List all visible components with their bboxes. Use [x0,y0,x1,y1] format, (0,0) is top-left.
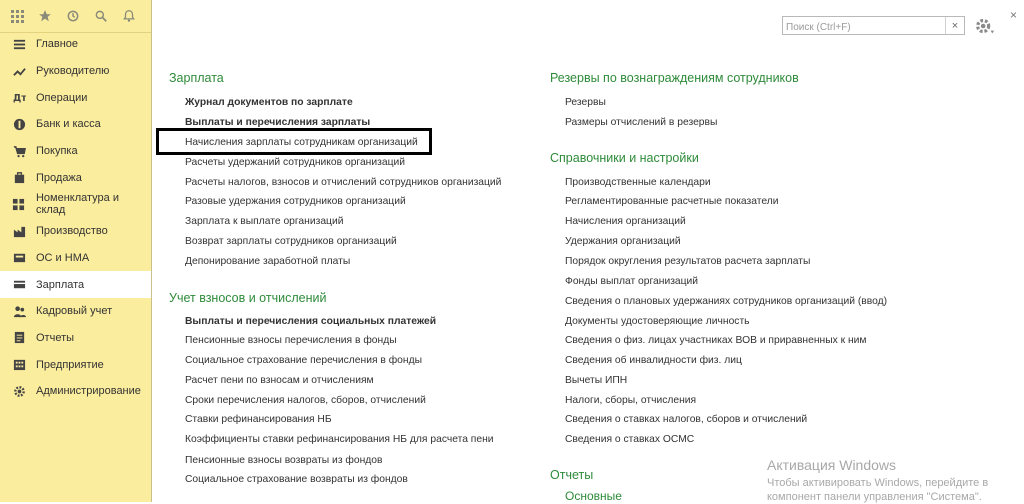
sections-panel: Главное Руководителю Дт Операции Банк и … [0,0,152,502]
grid-icon[interactable] [6,5,28,27]
link-tax-calc[interactable]: Расчеты налогов, взносов и отчислений со… [185,177,501,188]
link-salary-journal[interactable]: Журнал документов по зарплате [185,97,353,108]
section-hr[interactable]: Кадровый учет [0,298,151,325]
trend-icon [12,64,26,78]
link-id-documents[interactable]: Документы удостоверяющие личность [565,316,750,327]
section-manager[interactable]: Руководителю [0,58,151,85]
section-label: Предприятие [36,358,104,371]
sections-list: Главное Руководителю Дт Операции Банк и … [0,31,151,405]
windows-activation-line: Чтобы активировать Windows, перейдите в [767,477,989,489]
people-icon [12,304,26,318]
reports-main-subtitle: Основные [565,489,622,503]
bank-icon [12,117,26,131]
highlight-box [156,128,432,155]
section-purchase[interactable]: Покупка [0,138,151,165]
reports-section-title: Отчеты [550,468,594,482]
section-production[interactable]: Производство [0,218,151,245]
settings-icon[interactable] [974,15,996,37]
link-regulated-indicators[interactable]: Регламентированные расчетные показатели [565,196,779,207]
windows-activation-title: Активация Windows [767,457,897,473]
list-icon [12,37,26,51]
section-label: Руководителю [36,65,110,78]
link-planned-deductions[interactable]: Сведения о плановых удержаниях сотрудник… [565,296,887,307]
enterprise-icon [12,358,26,372]
top-toolbar [0,0,151,33]
salary-section-title: Зарплата [169,71,224,85]
link-taxes-fees[interactable]: Налоги, сборы, отчисления [565,395,696,406]
section-label: Номенклатура и склад [35,192,119,217]
contrib-section-title: Учет взносов и отчислений [169,291,327,305]
link-salary-deposit[interactable]: Депонирование заработной платы [185,256,350,267]
settings-section-title: Справочники и настройки [550,151,699,165]
warehouse-icon [12,197,26,211]
history-icon[interactable] [62,5,84,27]
close-button[interactable]: × [1010,8,1017,22]
section-salary[interactable]: Зарплата [0,271,151,298]
link-social-returns[interactable]: Социальное страхование возвраты из фондо… [185,474,408,485]
star-icon[interactable] [34,5,56,27]
link-pension-returns[interactable]: Пенсионные взносы возвраты из фондов [185,455,383,466]
bag-icon [12,171,26,185]
section-reports[interactable]: Отчеты [0,325,151,352]
section-label: Банк и касса [36,118,101,131]
link-pension-transfers[interactable]: Пенсионные взносы перечисления в фонды [185,335,397,346]
link-reserve-rates[interactable]: Размеры отчислений в резервы [565,117,717,128]
link-refinancing-coefficients[interactable]: Коэффициенты ставки рефинансирования НБ … [185,434,494,445]
section-label: Главное [36,38,79,51]
section-bank[interactable]: Банк и касса [0,111,151,138]
link-social-payments[interactable]: Выплаты и перечисления социальных платеж… [185,316,436,327]
svg-text:Дт: Дт [13,93,26,104]
reports-icon [12,331,26,345]
section-label: Производство [36,225,108,238]
section-operations[interactable]: Дт Операции [0,84,151,111]
link-calendars[interactable]: Производственные календари [565,177,711,188]
clear-search-button[interactable]: × [945,17,964,34]
section-label: Продажа [36,171,82,184]
link-salary-return[interactable]: Возврат зарплаты сотрудников организаций [185,236,397,247]
assets-icon [12,251,26,265]
link-ipn-deductions[interactable]: Вычеты ИПН [565,375,627,386]
search-input[interactable] [783,19,946,36]
reserves-section-title: Резервы по вознаграждениям сотрудников [550,71,799,85]
link-refinancing-rates[interactable]: Ставки рефинансирования НБ [185,414,332,425]
gear-icon [12,384,26,398]
section-enterprise[interactable]: Предприятие [0,351,151,378]
search-box: × [782,16,965,36]
search-icon[interactable] [90,5,112,27]
link-payment-funds[interactable]: Фонды выплат организаций [565,276,698,287]
bell-icon[interactable] [118,5,140,27]
link-rounding-order[interactable]: Порядок округления результатов расчета з… [565,256,810,267]
link-one-time-deductions[interactable]: Разовые удержания сотрудников организаци… [185,196,406,207]
section-label: Покупка [36,145,78,158]
section-label: Администрирование [36,385,141,398]
link-salary-to-pay[interactable]: Зарплата к выплате организаций [185,216,343,227]
link-deduction-calc[interactable]: Расчеты удержаний сотрудников организаци… [185,157,405,168]
link-reserves[interactable]: Резервы [565,97,606,108]
link-org-accruals[interactable]: Начисления организаций [565,216,686,227]
section-warehouse[interactable]: Номенклатура и склад [0,191,151,218]
section-label: Зарплата [36,278,85,291]
windows-activation-text: Чтобы активировать Windows, перейдите в … [767,476,988,504]
cart-icon [12,144,26,158]
link-org-deductions[interactable]: Удержания организаций [565,236,681,247]
link-penalty-calc[interactable]: Расчет пени по взносам и отчислениям [185,375,374,386]
section-main[interactable]: Главное [0,31,151,58]
section-label: Отчеты [36,331,75,344]
section-assets[interactable]: ОС и НМА [0,245,151,272]
link-payment-terms[interactable]: Сроки перечисления налогов, сборов, отчи… [185,395,426,406]
link-salary-payments[interactable]: Выплаты и перечисления зарплаты [185,117,370,128]
factory-icon [12,224,26,238]
link-social-transfers[interactable]: Социальное страхование перечисления в фо… [185,355,422,366]
section-label: Операции [36,91,88,104]
section-administration[interactable]: Администрирование [0,378,151,405]
link-tax-rates[interactable]: Сведения о ставках налогов, сборов и отч… [565,414,807,425]
salary-icon [12,278,26,292]
section-label: ОС и НМА [36,251,90,264]
link-osms-rates[interactable]: Сведения о ставках ОСМС [565,434,694,445]
link-disability-info[interactable]: Сведения об инвалидности физ. лиц [565,355,742,366]
operations-icon: Дт [12,91,26,105]
link-wwii-participants[interactable]: Сведения о физ. лицах участниках ВОВ и п… [565,335,867,346]
section-label: Кадровый учет [36,305,113,318]
section-sales[interactable]: Продажа [0,164,151,191]
